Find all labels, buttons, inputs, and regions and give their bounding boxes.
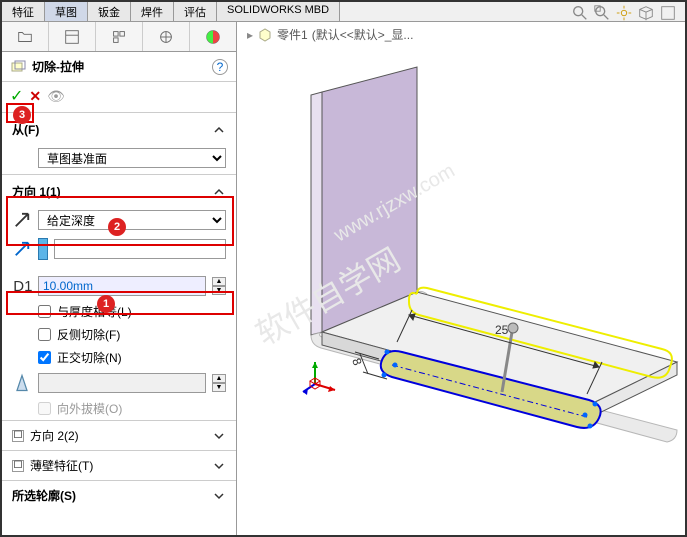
direction2-label: 方向 2(2): [30, 427, 79, 444]
tab-evaluate[interactable]: 评估: [174, 2, 217, 21]
contours-label: 所选轮廓(S): [12, 487, 76, 504]
direction1-header[interactable]: 方向 1(1): [2, 177, 236, 206]
tab-weldments[interactable]: 焊件: [131, 2, 174, 21]
flip-side-label: 反侧切除(F): [57, 326, 120, 343]
link-thickness-label: 与厚度相等(L): [57, 303, 132, 320]
depth-input[interactable]: [38, 276, 206, 296]
draft-icon[interactable]: [12, 373, 32, 393]
feature-header: 切除-拉伸 ?: [2, 52, 236, 82]
thin-feature-header[interactable]: ☐ 薄壁特征(T): [2, 450, 236, 480]
view-cube-icon[interactable]: [637, 4, 655, 22]
help-icon[interactable]: ?: [212, 59, 228, 75]
dimension-8: 8: [349, 356, 365, 367]
feature-tree-tab[interactable]: [2, 22, 49, 51]
zoom-fit-icon[interactable]: [571, 4, 589, 22]
flip-side-checkbox[interactable]: [38, 328, 51, 341]
tab-sketch[interactable]: 草图: [45, 2, 88, 21]
appearance-tab[interactable]: [190, 22, 236, 51]
zoom-area-icon[interactable]: [593, 4, 611, 22]
depth-icon: D1: [12, 276, 32, 296]
direction2-header[interactable]: ☐ 方向 2(2): [2, 420, 236, 450]
chevron-up-icon: [212, 123, 226, 137]
contours-header[interactable]: 所选轮廓(S): [2, 480, 236, 510]
end-condition-select[interactable]: 给定深度: [38, 210, 226, 230]
direction-selection-box[interactable]: [38, 238, 48, 260]
view-toolbar: [571, 4, 677, 22]
direction1-label: 方向 1(1): [12, 183, 61, 200]
link-thickness-checkbox[interactable]: [38, 305, 51, 318]
property-tab[interactable]: [49, 22, 96, 51]
chevron-up-icon: [212, 185, 226, 199]
depth-spinner[interactable]: ▲▼: [212, 277, 226, 295]
display-style-icon[interactable]: [659, 4, 677, 22]
from-plane-select[interactable]: 草图基准面: [38, 148, 226, 168]
tab-mbd[interactable]: SOLIDWORKS MBD: [217, 2, 340, 21]
expand-icon: ☐: [12, 460, 24, 472]
expand-icon: ☐: [12, 430, 24, 442]
dimxpert-tab[interactable]: [143, 22, 190, 51]
normal-cut-label: 正交切除(N): [57, 349, 122, 366]
action-row: ✓ ✕ 👁: [2, 82, 236, 110]
chevron-down-icon: [212, 459, 226, 473]
cancel-button[interactable]: ✕: [29, 88, 41, 105]
normal-cut-checkbox[interactable]: [38, 351, 51, 364]
cut-extrude-icon: [10, 59, 26, 75]
tab-sheetmetal[interactable]: 钣金: [88, 2, 131, 21]
draft-spinner[interactable]: ▲▼: [212, 374, 226, 392]
panel-tab-bar: [2, 22, 236, 52]
ok-button[interactable]: ✓: [10, 86, 23, 106]
draft-outward-checkbox: [38, 402, 51, 415]
from-label: 从(F): [12, 121, 39, 138]
thin-feature-label: 薄壁特征(T): [30, 457, 93, 474]
model-3d: 25 8: [237, 32, 687, 532]
tab-features[interactable]: 特征: [2, 2, 45, 21]
preview-eye-icon[interactable]: 👁: [47, 88, 65, 105]
direction-vector-icon[interactable]: [12, 239, 32, 259]
draft-angle-input[interactable]: [38, 373, 206, 393]
chevron-down-icon: [212, 429, 226, 443]
dimension-25: 25: [495, 323, 509, 337]
draft-outward-label: 向外拔模(O): [57, 400, 122, 417]
property-manager-panel: 切除-拉伸 ? ✓ ✕ 👁 从(F) 草图基准面 方向 1(1) 给定深度: [2, 22, 237, 535]
config-tab[interactable]: [96, 22, 143, 51]
from-section-header[interactable]: 从(F): [2, 115, 236, 144]
svg-text:D1: D1: [13, 278, 32, 295]
feature-title: 切除-拉伸: [32, 58, 212, 75]
reverse-direction-icon[interactable]: [12, 210, 32, 230]
graphics-viewport[interactable]: ▸ 零件1 (默认<<默认>_显...: [237, 22, 685, 535]
chevron-down-icon: [212, 489, 226, 503]
direction-vector-input[interactable]: [54, 239, 226, 259]
sun-icon[interactable]: [615, 4, 633, 22]
